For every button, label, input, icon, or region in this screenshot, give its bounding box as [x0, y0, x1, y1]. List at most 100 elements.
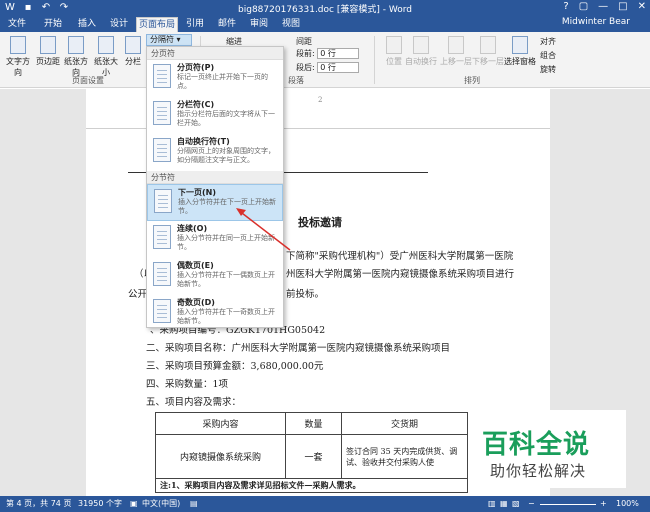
text-direction-label: 文字方向	[6, 57, 30, 77]
zoom-level[interactable]: 100%	[616, 496, 639, 512]
help-button[interactable]: ?	[563, 1, 568, 12]
user-name[interactable]: Midwinter Bear	[562, 17, 630, 27]
web-layout-icon[interactable]: ▧	[512, 496, 520, 512]
tab-references[interactable]: 引用	[180, 17, 210, 32]
wrap-text-label: 自动换行	[405, 57, 437, 66]
orientation-button[interactable]: 纸张方向	[62, 36, 90, 77]
doc-line-3: 前投标。	[286, 289, 325, 300]
print-layout-icon[interactable]: ▦	[500, 496, 508, 512]
tab-page-layout[interactable]: 页面布局	[136, 17, 178, 32]
chevron-down-icon: ▾	[176, 35, 181, 44]
doc-line-3-prefix: 公开	[128, 289, 148, 300]
requirements-table: 采购内容 数量 交货期 内窥镜摄像系统采购 一套 签订合同 35 天内完成供货、…	[155, 412, 468, 493]
group-arrange-label: 排列	[464, 76, 480, 85]
document-heading: 投标邀请	[298, 216, 342, 229]
spacing-after: 段后: 0 行	[296, 62, 360, 73]
zoom-out-icon[interactable]: −	[528, 496, 535, 512]
menu-item-page-break[interactable]: 分页符(P) 标记一页终止并开始下一页的点。	[147, 60, 283, 97]
align-button[interactable]: 对齐	[540, 36, 556, 47]
group-button[interactable]: 组合	[540, 50, 556, 61]
size-icon	[98, 36, 114, 54]
page-break-icon	[153, 64, 171, 88]
bring-forward-button[interactable]: 上移一层	[440, 36, 472, 76]
read-mode-icon[interactable]: ▥	[488, 496, 496, 512]
page-count[interactable]: 第 4 页，共 74 页	[6, 496, 71, 512]
word-count[interactable]: 31950 个字	[78, 496, 122, 512]
tab-home[interactable]: 开始	[38, 17, 68, 32]
menu-item-continuous[interactable]: 连续(O) 插入分节符并在同一页上开始新节。	[147, 221, 283, 258]
ruler-mark: 2	[318, 96, 323, 104]
zoom-slider[interactable]	[540, 504, 596, 505]
margins-button[interactable]: 页边距	[34, 36, 62, 76]
table-note: 注:1、采购项目内容及需求详见招标文件—采购人需求。	[155, 478, 468, 493]
menu-item-title: 下一页(N)	[178, 188, 217, 197]
send-backward-label: 下移一层	[472, 57, 504, 66]
close-button[interactable]: ✕	[638, 1, 646, 12]
table-cell: 签订合同 35 天内完成供货、调试、验收并交付采购人使	[341, 434, 468, 479]
proofing-icon[interactable]: ▣	[130, 496, 138, 512]
language[interactable]: 中文(中国)	[142, 496, 180, 512]
section-breaks-section-header: 分节符	[147, 171, 283, 184]
menu-item-title: 偶数页(E)	[177, 261, 214, 270]
columns-button[interactable]: 分栏	[122, 36, 144, 76]
menu-item-title: 奇数页(D)	[177, 298, 215, 307]
menu-item-column-break[interactable]: 分栏符(C) 指示分栏符后面的文字将从下一栏开始。	[147, 97, 283, 134]
orientation-label: 纸张方向	[64, 57, 88, 77]
menu-item-description: 插入分节符并在同一页上开始新节。	[177, 234, 275, 251]
send-backward-icon	[480, 36, 496, 54]
watermark: 百科全说 助你轻松解决	[468, 410, 626, 488]
even-page-icon	[153, 262, 171, 286]
tab-file[interactable]: 文件	[2, 17, 32, 32]
selection-pane-icon	[512, 36, 528, 54]
send-backward-button[interactable]: 下移一层	[472, 36, 504, 76]
spacing-after-label: 段后:	[296, 63, 315, 72]
window-title: big88720176331.doc [兼容模式] - Word	[238, 5, 412, 15]
watermark-subtitle: 助你轻松解决	[490, 462, 587, 480]
table-header: 数量	[285, 412, 342, 435]
tab-review[interactable]: 审阅	[244, 17, 274, 32]
bring-forward-label: 上移一层	[440, 57, 472, 66]
position-label: 位置	[386, 57, 402, 66]
table-header: 采购内容	[155, 412, 286, 435]
spacing-after-field[interactable]: 0 行	[317, 62, 360, 73]
status-bar: 第 4 页，共 74 页 31950 个字 ▣ 中文(中国) ▤ ▥ ▦ ▧ −…	[0, 496, 650, 512]
orientation-icon	[68, 36, 84, 54]
tab-mailings[interactable]: 邮件	[212, 17, 242, 32]
breaks-button[interactable]: 分隔符 ▾	[146, 34, 192, 46]
table-header: 交货期	[341, 412, 468, 435]
menu-item-description: 标记一页终止并开始下一页的点。	[177, 73, 268, 90]
menu-item-title: 分页符(P)	[177, 63, 215, 72]
macro-icon[interactable]: ▤	[190, 496, 198, 512]
tab-insert[interactable]: 插入	[72, 17, 102, 32]
tab-view[interactable]: 视图	[276, 17, 306, 32]
wrap-text-button[interactable]: 自动换行	[404, 36, 438, 76]
page-breaks-section-header: 分页符	[147, 47, 283, 60]
spacing-before: 段前: 0 行	[296, 48, 360, 59]
menu-item-even-page[interactable]: 偶数页(E) 插入分节符并在下一偶数页上开始新节。	[147, 258, 283, 295]
menu-item-text-wrapping-break[interactable]: 自动换行符(T) 分隔网页上的对象周围的文字，如分隔题注文字与正文。	[147, 134, 283, 171]
column-break-icon	[153, 101, 171, 125]
zoom-in-icon[interactable]: +	[600, 496, 607, 512]
text-direction-button[interactable]: 文字方向	[4, 36, 32, 77]
ribbon-tabs: 文件 开始 插入 设计 页面布局 引用 邮件 审阅 视图 Midwinter B…	[0, 16, 650, 32]
minimize-button[interactable]: —	[598, 1, 608, 12]
wrap-text-icon	[413, 36, 429, 54]
ribbon-display-button[interactable]: ▢	[579, 1, 588, 12]
tab-design[interactable]: 设计	[104, 17, 134, 32]
group-paragraph-label: 段落	[288, 76, 304, 85]
position-icon	[386, 36, 402, 54]
table-note-row: 注:1、采购项目内容及需求详见招标文件—采购人需求。	[155, 478, 468, 493]
rotate-button[interactable]: 旋转	[540, 64, 556, 75]
menu-item-next-page[interactable]: 下一页(N) 插入分节符并在下一页上开始新节。	[147, 184, 283, 221]
selection-pane-button[interactable]: 选择窗格	[504, 36, 536, 76]
continuous-icon	[153, 225, 171, 249]
group-page-setup-label: 页面设置	[72, 76, 104, 85]
doc-line-2: 州医科大学附属第一医院内窥镜摄像系统采购项目进行	[286, 269, 515, 280]
columns-label: 分栏	[125, 57, 141, 66]
ribbon: 文字方向 页边距 纸张方向 纸张大小 分栏 页面设置 缩进 间距 段前: 0 行…	[0, 32, 650, 88]
spacing-before-field[interactable]: 0 行	[317, 48, 360, 59]
menu-item-odd-page[interactable]: 奇数页(D) 插入分节符并在下一奇数页上开始新节。	[147, 295, 283, 327]
size-button[interactable]: 纸张大小	[92, 36, 120, 77]
maximize-button[interactable]: □	[618, 1, 627, 12]
menu-item-description: 插入分节符并在下一页上开始新节。	[178, 198, 276, 215]
